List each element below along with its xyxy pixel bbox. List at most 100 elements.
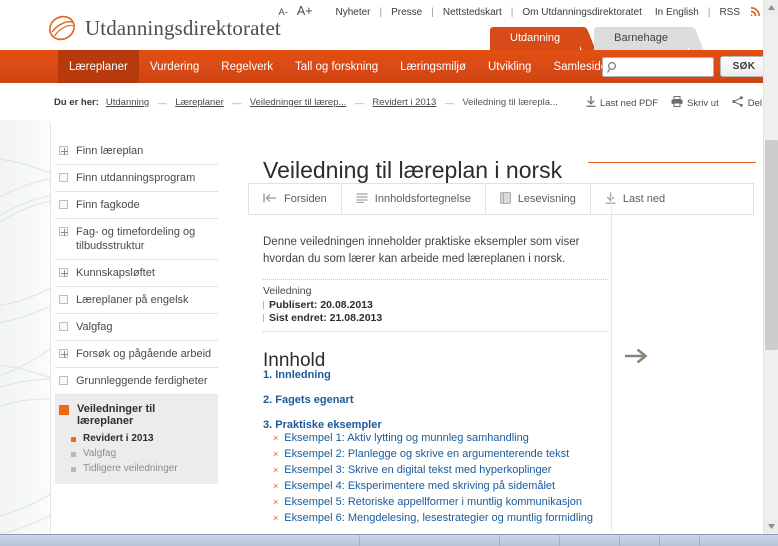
arrow-right-icon[interactable]: [624, 346, 648, 366]
toc-item-eksempel-2[interactable]: × Eksempel 2: Planlegge og skrive en arg…: [263, 448, 663, 460]
share-button[interactable]: Del: [732, 96, 762, 110]
toplink-separator: |: [379, 7, 383, 18]
main-content: Veiledning til læreplan i norsk Forsiden: [248, 122, 778, 534]
download-pdf-button[interactable]: Last ned PDF: [586, 96, 658, 110]
tab-utdanning[interactable]: Utdanning: [490, 27, 596, 50]
toc-item-eksempel-1[interactable]: × Eksempel 1: Aktiv lytting og munnleg s…: [263, 432, 663, 444]
toolbar-forsiden-button[interactable]: Forsiden: [249, 184, 342, 214]
nav-item-regelverk[interactable]: Regelverk: [210, 50, 284, 83]
sidebar-item-grunnleggende-ferdigheter[interactable]: Grunnleggende ferdigheter: [55, 368, 218, 395]
taskbar-cell[interactable]: [620, 534, 660, 546]
expand-plus-icon[interactable]: [59, 227, 68, 236]
nav-item-laeringsmiljo[interactable]: Læringsmiljø: [389, 50, 477, 83]
sidebar-item-label: Fag- og timefordeling og tilbudsstruktur: [76, 226, 196, 252]
taskbar-cell[interactable]: [0, 534, 360, 546]
sidebar-item-forsok-og-pagaende-arbeid[interactable]: Forsøk og pågående arbeid: [55, 341, 218, 368]
sidebar-item-label: Valgfag: [76, 321, 113, 333]
scroll-down-button[interactable]: [764, 519, 778, 534]
toolbar-lesevisning-button[interactable]: Lesevisning: [486, 184, 591, 214]
sidebar-item-kunnskapsloftet[interactable]: Kunnskapsløftet: [55, 260, 218, 287]
sidebar-subitem-label: Tidligere veiledninger: [83, 463, 178, 474]
font-size-increase-button[interactable]: A+: [297, 4, 313, 18]
sidebar-item-veiledninger-til-laereplaner[interactable]: Veiledninger til læreplaner: [55, 400, 216, 431]
search-input[interactable]: [623, 57, 711, 76]
toc-examples-list: × Eksempel 1: Aktiv lytting og munnleg s…: [263, 432, 663, 524]
breadcrumb-item-revidert-2013[interactable]: Revidert i 2013: [372, 97, 436, 108]
expand-plus-icon[interactable]: [59, 268, 68, 277]
rss-icon[interactable]: [749, 7, 760, 17]
expand-box-icon[interactable]: [59, 376, 68, 385]
sidebar-subitem-tidligere-veiledninger[interactable]: Tidligere veiledninger: [55, 461, 216, 476]
toc-item-eksempel-3[interactable]: × Eksempel 3: Skrive en digital tekst me…: [263, 464, 663, 476]
toplink-in-english[interactable]: In English: [655, 7, 699, 18]
sidebar-item-laereplaner-pa-engelsk[interactable]: Læreplaner på engelsk: [55, 287, 218, 314]
nav-item-vurdering[interactable]: Vurdering: [139, 50, 210, 83]
toolbar-last-ned-button[interactable]: Last ned: [591, 184, 679, 214]
nav-item-label: Vurdering: [149, 60, 200, 73]
toolbar-label: Innholdsfortegnelse: [374, 193, 471, 205]
scrollbar-thumb[interactable]: [765, 140, 778, 350]
site-logo[interactable]: Utdanningsdirektoratet: [47, 13, 281, 43]
toc-item-innledning[interactable]: 1. Innledning: [263, 369, 663, 381]
search-icon: [607, 61, 619, 74]
toplink-om-utdanningsdirektoratet[interactable]: Om Utdanningsdirektoratet: [522, 7, 642, 18]
sidebar-item-finn-laereplan[interactable]: Finn læreplan: [55, 138, 218, 165]
udir-ellipse-logo-icon: [47, 13, 77, 43]
page-actions: Last ned PDF Skriv ut Del: [586, 96, 762, 110]
active-marker-icon: [59, 405, 69, 415]
main-nav-items: Læreplaner Vurdering Regelverk Tall og f…: [58, 50, 641, 83]
expand-box-icon[interactable]: [59, 200, 68, 209]
tab-barnehage[interactable]: Barnehage: [594, 27, 704, 50]
toplink-separator: |: [510, 7, 514, 18]
toc-item-eksempel-5[interactable]: × Eksempel 5: Retoriske appellformer i m…: [263, 496, 663, 508]
nav-item-utvikling[interactable]: Utvikling: [477, 50, 542, 83]
breadcrumb-item-veiledninger[interactable]: Veiledninger til lærep...: [250, 97, 347, 108]
tab-barnehage-label: Barnehage: [614, 32, 668, 44]
toc-item-eksempel-6[interactable]: × Eksempel 6: Mengdelesing, lesestrategi…: [263, 512, 663, 524]
toc-item-praktiske-eksempler[interactable]: 3. Praktiske eksempler: [263, 419, 663, 431]
toc-item-fagets-egenart[interactable]: 2. Fagets egenart: [263, 394, 663, 406]
nav-item-laereplaner[interactable]: Læreplaner: [58, 50, 139, 83]
taskbar-cell[interactable]: [560, 534, 620, 546]
taskbar-cell[interactable]: [500, 534, 560, 546]
toplink-presse[interactable]: Presse: [391, 7, 422, 18]
example-bullet-icon: ×: [273, 433, 279, 443]
browser-page: A- A+ Nyheter | Presse | Nettstedskart |…: [0, 0, 778, 546]
expand-plus-icon[interactable]: [59, 146, 68, 155]
nav-item-tall-og-forskning[interactable]: Tall og forskning: [284, 50, 389, 83]
sidebar-item-fag-og-timefordeling[interactable]: Fag- og timefordeling og tilbudsstruktur: [55, 219, 218, 260]
breadcrumb-item-utdanning[interactable]: Utdanning: [106, 97, 149, 108]
breadcrumb-arrow-icon: —: [354, 97, 364, 108]
breadcrumb-label: Du er her:: [54, 97, 99, 108]
toplink-separator: |: [431, 7, 434, 18]
sidebar-item-valgfag[interactable]: Valgfag: [55, 314, 218, 341]
toplink-rss[interactable]: RSS: [719, 7, 740, 18]
toplink-nettstedskart[interactable]: Nettstedskart: [443, 7, 502, 18]
sidebar-subitem-revidert-i-2013[interactable]: Revidert i 2013: [55, 431, 216, 446]
toc-example-label: Eksempel 1: Aktiv lytting og munnleg sam…: [284, 432, 529, 444]
search-box[interactable]: [602, 56, 714, 77]
toc-item-eksempel-4[interactable]: × Eksempel 4: Eksperimentere med skrivin…: [263, 480, 663, 492]
print-button[interactable]: Skriv ut: [671, 96, 719, 110]
nav-item-label: Læringsmiljø: [400, 60, 466, 73]
sidebar-item-finn-utdanningsprogram[interactable]: Finn utdanningsprogram: [55, 165, 218, 192]
download-pdf-label: Last ned PDF: [599, 97, 659, 109]
toolbar-innholdsfortegnelse-button[interactable]: Innholdsfortegnelse: [342, 184, 486, 214]
toc-example-label: Eksempel 4: Eksperimentere med skriving …: [284, 480, 556, 492]
sidebar-item-finn-fagkode[interactable]: Finn fagkode: [55, 192, 218, 219]
search-submit-button[interactable]: SØK: [720, 56, 768, 77]
expand-box-icon[interactable]: [59, 295, 68, 304]
taskbar-cell[interactable]: [360, 534, 500, 546]
toplink-nyheter[interactable]: Nyheter: [336, 7, 371, 18]
sidebar-active-label: Veiledninger til læreplaner: [77, 403, 156, 427]
sidebar-subitem-valgfag[interactable]: Valgfag: [55, 446, 216, 461]
tab-shape: [680, 27, 704, 50]
expand-box-icon[interactable]: [59, 173, 68, 182]
site-logo-text: Utdanningsdirektoratet: [85, 15, 281, 40]
taskbar-cell[interactable]: [660, 534, 700, 546]
scroll-up-button[interactable]: [764, 0, 778, 15]
expand-plus-icon[interactable]: [59, 349, 68, 358]
breadcrumb-item-laereplaner[interactable]: Læreplaner: [175, 97, 224, 108]
vertical-scrollbar[interactable]: [763, 0, 778, 534]
expand-box-icon[interactable]: [59, 322, 68, 331]
